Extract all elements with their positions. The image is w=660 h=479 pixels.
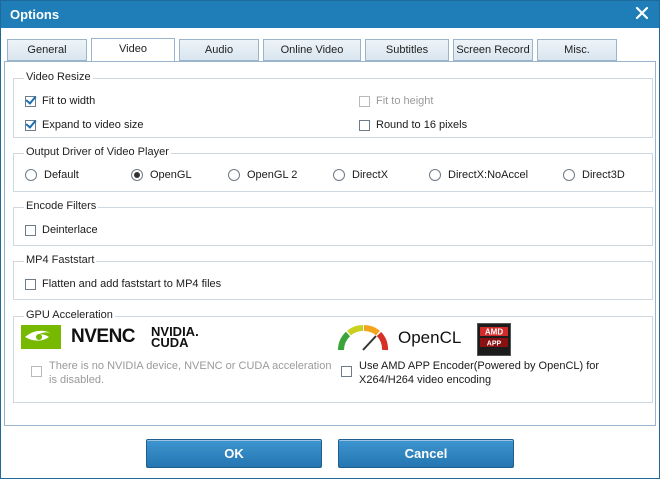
gauge-icon [338,324,388,351]
tab-misc[interactable]: Misc. [537,39,617,61]
radio-opengl[interactable]: OpenGL [131,169,192,181]
encode-filters-group: Encode Filters Deinterlace [13,200,653,246]
checkbox-box[interactable] [359,95,370,107]
video-resize-group: Video Resize Fit to width Expand to vide… [13,71,653,138]
checkbox-box[interactable] [31,366,42,377]
close-icon[interactable] [634,5,650,21]
nvidia-status-text: There is no NVIDIA device, NVENC or CUDA… [49,360,332,386]
nvenc-logo: NVENC NVIDIA. CUDA [21,325,199,349]
group-title: Video Resize [24,71,93,83]
radio-label: OpenGL [150,169,192,181]
checkbox-label: Expand to video size [42,119,144,131]
video-tab-panel: Video Resize Fit to width Expand to vide… [4,61,656,426]
radio-directx[interactable]: DirectX [333,169,388,181]
radio-dot[interactable] [563,169,575,181]
expand-to-video-size-checkbox[interactable]: Expand to video size [25,119,144,131]
radio-dot[interactable] [333,169,345,181]
dialog-footer: OK Cancel [1,428,659,478]
cancel-button[interactable]: Cancel [338,439,514,468]
radio-label: Direct3D [582,169,625,181]
checkbox-label: Fit to height [376,95,434,107]
fit-to-width-checkbox[interactable]: Fit to width [25,95,95,107]
tab-bar: General Video Audio Online Video Subtitl… [1,28,659,63]
tab-video[interactable]: Video [91,38,175,63]
title-bar: Options [1,1,659,28]
radio-dot[interactable] [228,169,240,181]
checkbox-box[interactable] [359,119,370,131]
amd-logo-icon: AMD APP [480,327,508,348]
radio-directx-noaccel[interactable]: DirectX:NoAccel [429,169,528,181]
checkbox-label: Deinterlace [42,224,98,236]
tab-subtitles[interactable]: Subtitles [365,39,449,61]
radio-label: DirectX:NoAccel [448,169,529,181]
amd-app-text: APP [487,341,502,348]
radio-opengl-2[interactable]: OpenGL 2 [228,169,297,181]
flatten-faststart-checkbox[interactable]: Flatten and add faststart to MP4 files [25,278,221,290]
radio-dot[interactable] [25,169,37,181]
radio-dot[interactable] [131,169,143,181]
tab-audio[interactable]: Audio [179,39,259,61]
amd-encoder-checkbox[interactable] [341,366,352,377]
checkbox-label: Flatten and add faststart to MP4 files [42,278,222,290]
amd-encoder-label: Use AMD APP Encoder(Powered by OpenCL) f… [359,360,600,386]
mp4-faststart-group: MP4 Faststart Flatten and add faststart … [13,254,653,300]
opencl-text: OpenCL [398,328,462,347]
radio-label: OpenGL 2 [247,169,298,181]
opencl-logo: OpenCL [336,324,461,352]
amd-logo-text: AMD [485,328,503,337]
tab-screen-record[interactable]: Screen Record [453,39,533,61]
nvenc-text: NVENC [71,326,136,347]
tab-general[interactable]: General [7,39,87,61]
checkbox-box[interactable] [341,366,352,377]
radio-label: DirectX [352,169,389,181]
window-title: Options [10,7,60,22]
checkbox-box[interactable] [25,278,36,290]
radio-dot[interactable] [429,169,441,181]
nvidia-acceleration-checkbox[interactable] [31,366,42,377]
tab-online-video[interactable]: Online Video [263,39,361,61]
radio-direct3d[interactable]: Direct3D [563,169,625,181]
checkbox-box[interactable] [25,224,36,236]
group-title: GPU Acceleration [24,309,115,321]
deinterlace-checkbox[interactable]: Deinterlace [25,224,98,236]
fit-to-height-checkbox[interactable]: Fit to height [359,95,433,107]
round-to-16-pixels-checkbox[interactable]: Round to 16 pixels [359,119,467,131]
ok-button[interactable]: OK [146,439,322,468]
group-title: MP4 Faststart [24,254,97,266]
checkbox-label: Round to 16 pixels [376,119,468,131]
options-dialog: Options General Video Audio Online Video… [0,0,660,479]
nvidia-eye-icon [21,325,61,349]
group-title: Encode Filters [24,200,99,212]
amd-app-logo: AMD APP [477,323,511,356]
radio-default[interactable]: Default [25,169,79,181]
group-title: Output Driver of Video Player [24,146,171,158]
checkbox-label: Fit to width [42,95,96,107]
radio-label: Default [44,169,79,181]
nvidia-cuda-logo: NVIDIA. CUDA [151,325,199,350]
checkbox-box[interactable] [25,119,36,131]
checkbox-box[interactable] [25,95,36,107]
cuda-text: CUDA [151,335,189,350]
output-driver-group: Output Driver of Video Player Default Op… [13,146,653,192]
